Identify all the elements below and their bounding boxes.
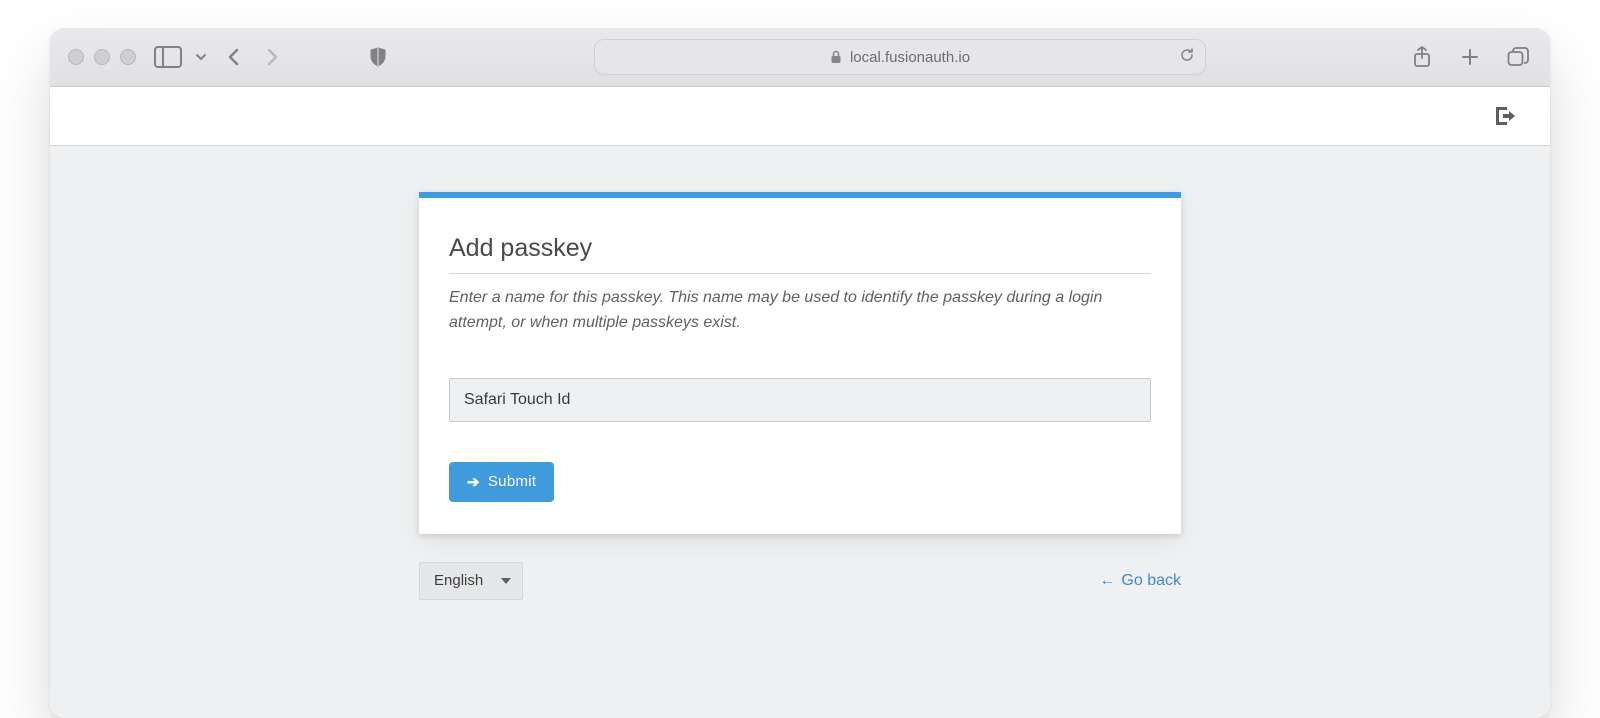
arrow-right-icon: ➔ [467,473,480,491]
submit-button[interactable]: ➔ Submit [449,462,554,502]
address-bar-text: local.fusionauth.io [850,49,970,66]
logout-button[interactable] [1496,107,1516,125]
sidebar-toggle-button[interactable] [154,43,182,71]
page-title: Add passkey [449,234,1151,274]
sidebar-icon [154,46,182,68]
toolbar-left-group [154,43,286,71]
reload-icon [1179,47,1195,63]
sidebar-menu-button[interactable] [192,43,210,71]
below-card-row: English ← Go back [419,562,1181,600]
zoom-window-dot[interactable] [120,49,136,65]
browser-titlebar: local.fusionauth.io [50,28,1550,87]
add-passkey-card: Add passkey Enter a name for this passke… [419,192,1181,534]
language-select[interactable]: English [419,562,523,600]
reload-button[interactable] [1179,47,1195,67]
new-tab-button[interactable] [1456,43,1484,71]
nav-forward-button[interactable] [258,43,286,71]
window-controls [68,49,136,65]
app-header [50,87,1550,146]
chevron-right-icon [264,48,280,66]
share-icon [1413,46,1431,68]
content-stack: Add passkey Enter a name for this passke… [419,192,1181,718]
address-bar-container: local.fusionauth.io [410,39,1390,75]
privacy-report-button[interactable] [364,43,392,71]
passkey-name-input[interactable] [449,378,1151,422]
go-back-link[interactable]: ← Go back [1099,572,1181,590]
arrow-left-icon: ← [1099,572,1115,590]
chevron-left-icon [226,48,242,66]
logout-icon [1496,107,1516,125]
browser-window: local.fusionauth.io [50,28,1550,718]
lock-icon [830,50,842,64]
helper-text: Enter a name for this passkey. This name… [449,286,1151,336]
language-select-wrap: English [419,562,523,600]
shield-icon [369,47,387,67]
go-back-label: Go back [1121,572,1181,590]
chevron-down-icon [195,51,207,63]
plus-icon [1460,47,1480,67]
close-window-dot[interactable] [68,49,84,65]
toolbar-right-group [1408,43,1532,71]
page-content: Add passkey Enter a name for this passke… [50,146,1550,718]
nav-back-button[interactable] [220,43,248,71]
tabs-icon [1507,47,1529,67]
tab-overview-button[interactable] [1504,43,1532,71]
minimize-window-dot[interactable] [94,49,110,65]
submit-button-label: Submit [488,473,537,490]
address-bar[interactable]: local.fusionauth.io [594,39,1206,75]
share-button[interactable] [1408,43,1436,71]
